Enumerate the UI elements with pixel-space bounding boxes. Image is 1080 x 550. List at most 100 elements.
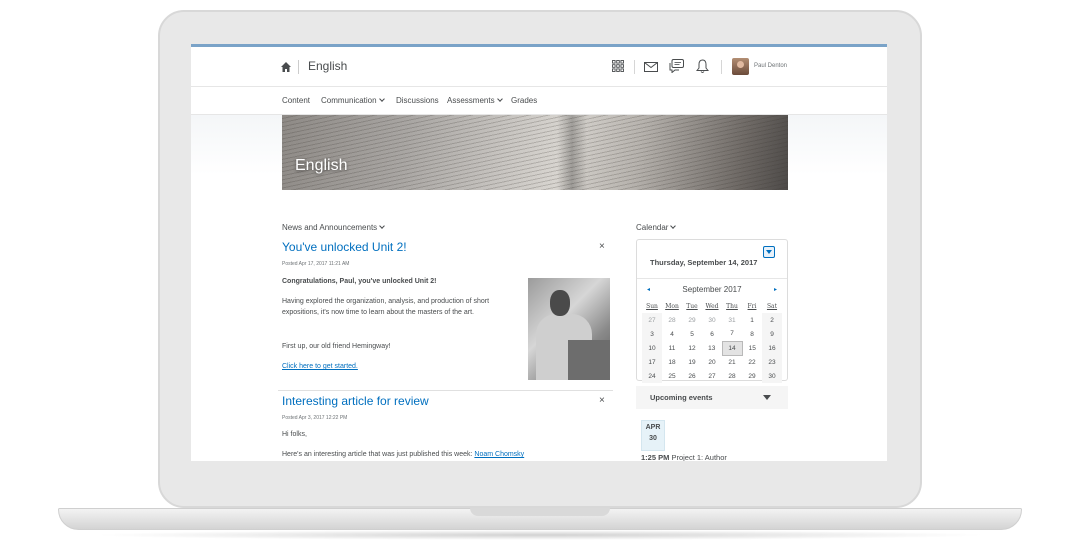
weekday-label: Fri bbox=[747, 302, 757, 310]
calendar-dropdown-icon[interactable] bbox=[763, 246, 775, 258]
calendar-heading[interactable]: Calendar bbox=[636, 223, 677, 232]
news-posted-date: Posted Apr 17, 2017 11:21 AM bbox=[282, 261, 350, 267]
calendar-day[interactable]: 3 bbox=[642, 327, 662, 341]
calendar-widget: Thursday, September 14, 2017 ◂ September… bbox=[636, 239, 788, 383]
close-icon[interactable]: × bbox=[599, 241, 605, 252]
home-icon[interactable] bbox=[280, 61, 292, 73]
calendar-day[interactable]: 19 bbox=[682, 355, 702, 369]
calendar-day[interactable]: 11 bbox=[662, 341, 682, 355]
mail-icon[interactable] bbox=[644, 62, 658, 72]
banner-book-fold bbox=[557, 115, 587, 190]
header-separator bbox=[721, 60, 722, 74]
calendar-day[interactable]: 9 bbox=[762, 327, 782, 341]
calendar-day[interactable]: 21 bbox=[722, 355, 742, 369]
news-item-title[interactable]: You've unlocked Unit 2! bbox=[282, 240, 407, 254]
calendar-heading-label: Calendar bbox=[636, 223, 669, 232]
nav-item-label: Assessments bbox=[447, 96, 495, 105]
calendar-day[interactable]: 1 bbox=[742, 313, 762, 327]
chevron-down-icon bbox=[379, 223, 386, 229]
bell-icon[interactable] bbox=[696, 59, 709, 74]
calendar-month: September 2017 bbox=[682, 285, 742, 294]
event-name: Project 1: Author bbox=[671, 453, 727, 461]
calendar-day[interactable]: 31 bbox=[722, 313, 742, 327]
banner-title: English bbox=[295, 157, 348, 174]
calendar-day[interactable]: 30 bbox=[762, 369, 782, 383]
title-separator bbox=[298, 60, 299, 74]
event-item[interactable]: 1:25 PM Project 1: Author bbox=[641, 453, 727, 461]
nav-item-grades[interactable]: Grades bbox=[511, 96, 537, 105]
header-separator bbox=[634, 60, 635, 74]
calendar-day[interactable]: 28 bbox=[722, 369, 742, 383]
calendar-day[interactable]: 27 bbox=[702, 369, 722, 383]
calendar-week-row: 3 4 5 6 7 8 9 bbox=[642, 327, 782, 341]
calendar-day[interactable]: 30 bbox=[702, 313, 722, 327]
news-paragraph: First up, our old friend Hemingway! bbox=[282, 343, 391, 350]
calendar-day[interactable]: 29 bbox=[682, 313, 702, 327]
laptop-notch bbox=[470, 508, 610, 516]
calendar-week-row: 24 25 26 27 28 29 30 bbox=[642, 369, 782, 383]
calendar-day[interactable]: 29 bbox=[742, 369, 762, 383]
calendar-day[interactable]: 27 bbox=[642, 313, 662, 327]
nav-item-assessments[interactable]: Assessments bbox=[447, 96, 503, 105]
weekday-label: Tue bbox=[686, 302, 698, 310]
upcoming-events-toggle[interactable]: Upcoming events bbox=[636, 386, 788, 409]
calendar-day[interactable]: 23 bbox=[762, 355, 782, 369]
calendar-day[interactable]: 20 bbox=[702, 355, 722, 369]
chat-icon[interactable] bbox=[669, 59, 684, 73]
nav-item-discussions[interactable]: Discussions bbox=[396, 96, 439, 105]
calendar-day[interactable]: 12 bbox=[682, 341, 702, 355]
course-nav: Content Communication Discussions Assess… bbox=[191, 87, 887, 115]
close-icon[interactable]: × bbox=[599, 395, 605, 406]
grid-icon[interactable] bbox=[612, 60, 624, 72]
news-paragraph: Here's an interesting article that was j… bbox=[282, 449, 602, 460]
calendar-day[interactable]: 26 bbox=[682, 369, 702, 383]
calendar-day[interactable]: 8 bbox=[742, 327, 762, 341]
calendar-day[interactable]: 4 bbox=[662, 327, 682, 341]
news-divider bbox=[278, 390, 613, 391]
calendar-day[interactable]: 15 bbox=[742, 341, 762, 355]
get-started-link[interactable]: Click here to get started. bbox=[282, 361, 522, 372]
weekday-label: Sat bbox=[766, 302, 778, 310]
calendar-day[interactable]: 5 bbox=[682, 327, 702, 341]
calendar-weekday-row: Sun Mon Tue Wed Thu Fri Sat bbox=[642, 299, 782, 313]
calendar-day[interactable]: 25 bbox=[662, 369, 682, 383]
calendar-day[interactable]: 16 bbox=[762, 341, 782, 355]
news-paragraph: Hi folks, bbox=[282, 431, 307, 438]
event-date-badge: APR 30 bbox=[641, 420, 665, 451]
calendar-day[interactable]: 17 bbox=[642, 355, 662, 369]
nav-item-content[interactable]: Content bbox=[282, 96, 310, 105]
calendar-day[interactable]: 24 bbox=[642, 369, 662, 383]
calendar-day[interactable]: 7 bbox=[722, 327, 742, 341]
course-title[interactable]: English bbox=[308, 59, 347, 73]
article-link[interactable]: Noam Chomsky bbox=[474, 451, 524, 458]
avatar[interactable] bbox=[732, 58, 749, 75]
news-item-title[interactable]: Interesting article for review bbox=[282, 394, 429, 408]
calendar-day[interactable]: 28 bbox=[662, 313, 682, 327]
nav-item-label: Discussions bbox=[396, 96, 439, 105]
news-heading-label: News and Announcements bbox=[282, 223, 378, 232]
news-posted-date: Posted Apr 3, 2017 12:22 PM bbox=[282, 415, 348, 421]
browser-screen: English Paul Denton Content Communicatio… bbox=[191, 44, 887, 461]
calendar-grid: Sun Mon Tue Wed Thu Fri Sat 27 28 29 30 … bbox=[642, 299, 782, 383]
user-name[interactable]: Paul Denton bbox=[754, 63, 787, 69]
calendar-day[interactable]: 18 bbox=[662, 355, 682, 369]
nav-item-label: Grades bbox=[511, 96, 538, 105]
news-heading[interactable]: News and Announcements bbox=[282, 223, 386, 232]
calendar-day[interactable]: 2 bbox=[762, 313, 782, 327]
chevron-down-icon bbox=[496, 96, 503, 102]
weekday-label: Sun bbox=[646, 302, 658, 310]
calendar-day[interactable]: 6 bbox=[702, 327, 722, 341]
chevron-down-icon bbox=[670, 223, 677, 229]
nav-item-communication[interactable]: Communication bbox=[321, 96, 385, 105]
calendar-divider bbox=[637, 278, 787, 279]
calendar-selected-date: Thursday, September 14, 2017 bbox=[650, 258, 758, 267]
next-month-icon[interactable]: ▸ bbox=[774, 286, 777, 293]
weekday-label: Wed bbox=[705, 302, 719, 310]
calendar-day[interactable]: 22 bbox=[742, 355, 762, 369]
calendar-day[interactable]: 10 bbox=[642, 341, 662, 355]
banner-book-texture bbox=[282, 115, 788, 190]
calendar-day-today[interactable]: 14 bbox=[721, 340, 743, 356]
nav-item-label: Content bbox=[282, 96, 311, 105]
calendar-day[interactable]: 13 bbox=[702, 341, 722, 355]
course-banner: English bbox=[282, 115, 788, 190]
